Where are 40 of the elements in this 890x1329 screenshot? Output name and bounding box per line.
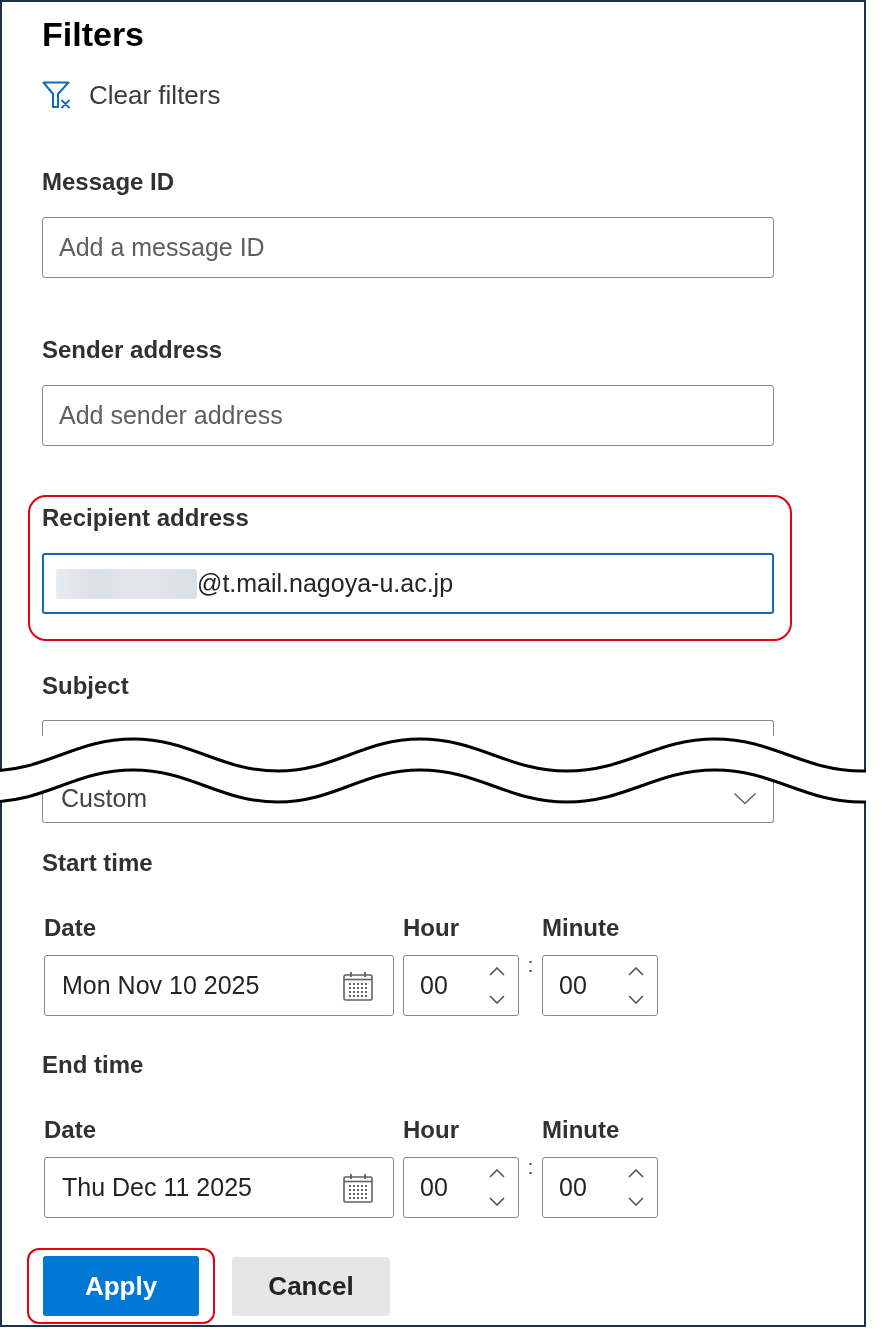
section-label: Start time bbox=[42, 849, 153, 877]
field-label: Minute bbox=[542, 914, 620, 942]
subject-input[interactable] bbox=[42, 720, 774, 736]
time-separator: : bbox=[526, 1159, 535, 1175]
clear-filter-icon bbox=[42, 81, 72, 109]
chevron-up-icon[interactable] bbox=[628, 967, 644, 976]
date-picker-field[interactable]: Thu Dec 11 2025 bbox=[44, 1157, 394, 1218]
field-label: Date bbox=[44, 914, 97, 942]
text-input[interactable]: Add sender address bbox=[42, 385, 774, 446]
field-label: Recipient address bbox=[42, 504, 249, 532]
field-label: Minute bbox=[542, 1116, 620, 1144]
time-separator: : bbox=[526, 957, 535, 973]
chevron-down-icon bbox=[733, 791, 757, 805]
chevron-down-icon[interactable] bbox=[628, 995, 644, 1004]
field-label: Message ID bbox=[42, 168, 175, 196]
text-input[interactable]: Add a message ID bbox=[42, 217, 774, 278]
cancel-button[interactable]: Cancel bbox=[232, 1256, 390, 1316]
date-picker-field[interactable]: Mon Nov 10 2025 bbox=[44, 955, 394, 1016]
field-label: Sender address bbox=[42, 336, 223, 364]
section-label: End time bbox=[42, 1051, 144, 1079]
text-input[interactable]: @t.mail.nagoya-u.ac.jp bbox=[42, 553, 774, 614]
field-label: Date bbox=[44, 1116, 97, 1144]
chevron-down-icon[interactable] bbox=[489, 1197, 505, 1206]
calendar-icon[interactable] bbox=[343, 1172, 373, 1203]
chevron-down-icon[interactable] bbox=[628, 1197, 644, 1206]
number-spinner[interactable]: 00 bbox=[403, 1157, 519, 1218]
clear-filters-link[interactable]: Clear filters bbox=[42, 80, 221, 110]
calendar-icon[interactable] bbox=[343, 970, 373, 1001]
apply-button[interactable]: Apply bbox=[43, 1256, 199, 1316]
chevron-up-icon[interactable] bbox=[628, 1169, 644, 1178]
chevron-down-icon[interactable] bbox=[489, 995, 505, 1004]
field-label: Subject bbox=[42, 672, 129, 700]
number-spinner[interactable]: 00 bbox=[403, 955, 519, 1016]
chevron-up-icon[interactable] bbox=[489, 1169, 505, 1178]
chevron-up-icon[interactable] bbox=[489, 967, 505, 976]
field-label: Hour bbox=[403, 1116, 459, 1144]
number-spinner[interactable]: 00 bbox=[542, 955, 658, 1016]
panel-title: Filters bbox=[42, 14, 145, 54]
field-label: Hour bbox=[403, 914, 459, 942]
number-spinner[interactable]: 00 bbox=[542, 1157, 658, 1218]
